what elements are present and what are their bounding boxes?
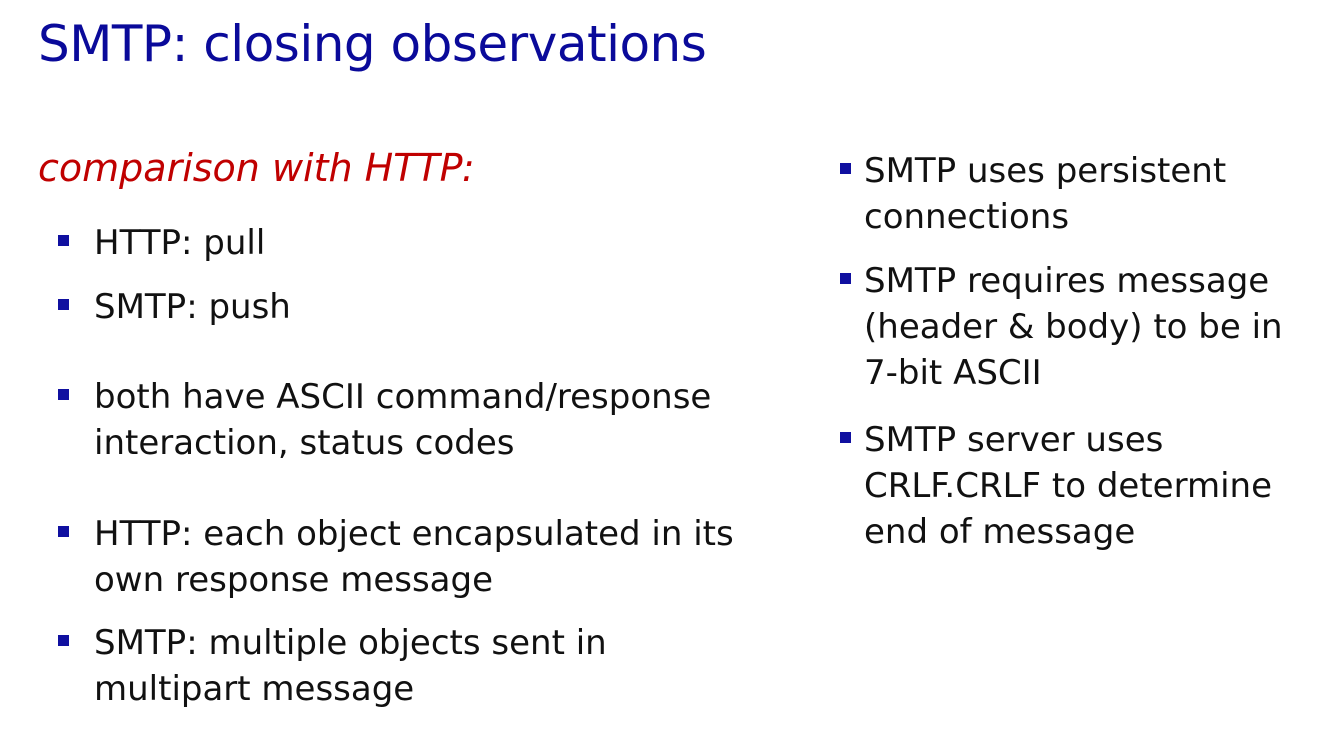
square-bullet-icon	[58, 635, 69, 646]
bullet-text: SMTP: multiple objects sent in multipart…	[94, 623, 607, 709]
square-bullet-icon	[840, 273, 851, 284]
bullet-item: SMTP server uses CRLF.CRLF to determine …	[840, 417, 1272, 555]
bullet-text: both have ASCII command/response interac…	[94, 377, 712, 463]
bullet-item: SMTP requires message (header & body) to…	[840, 258, 1283, 396]
bullet-text: HTTP: each object encapsulated in its ow…	[94, 514, 734, 600]
square-bullet-icon	[840, 432, 851, 443]
bullet-text: HTTP: pull	[94, 223, 266, 263]
bullet-item: SMTP: multiple objects sent in multipart…	[58, 620, 607, 712]
slide: SMTP: closing observations comparison wi…	[0, 0, 1338, 729]
bullet-item: SMTP uses persistent connections	[840, 148, 1226, 240]
bullet-item: SMTP: push	[58, 284, 291, 330]
square-bullet-icon	[58, 235, 69, 246]
bullet-item: HTTP: pull	[58, 220, 265, 266]
slide-title: SMTP: closing observations	[38, 15, 707, 73]
square-bullet-icon	[840, 163, 851, 174]
bullet-item: HTTP: each object encapsulated in its ow…	[58, 511, 734, 603]
comparison-heading: comparison with HTTP:	[38, 146, 475, 190]
bullet-item: both have ASCII command/response interac…	[58, 374, 711, 466]
bullet-text: SMTP uses persistent connections	[864, 151, 1227, 237]
square-bullet-icon	[58, 526, 69, 537]
square-bullet-icon	[58, 299, 69, 310]
bullet-text: SMTP: push	[94, 287, 291, 327]
bullet-text: SMTP server uses CRLF.CRLF to determine …	[864, 420, 1272, 552]
bullet-text: SMTP requires message (header & body) to…	[864, 261, 1283, 393]
square-bullet-icon	[58, 389, 69, 400]
